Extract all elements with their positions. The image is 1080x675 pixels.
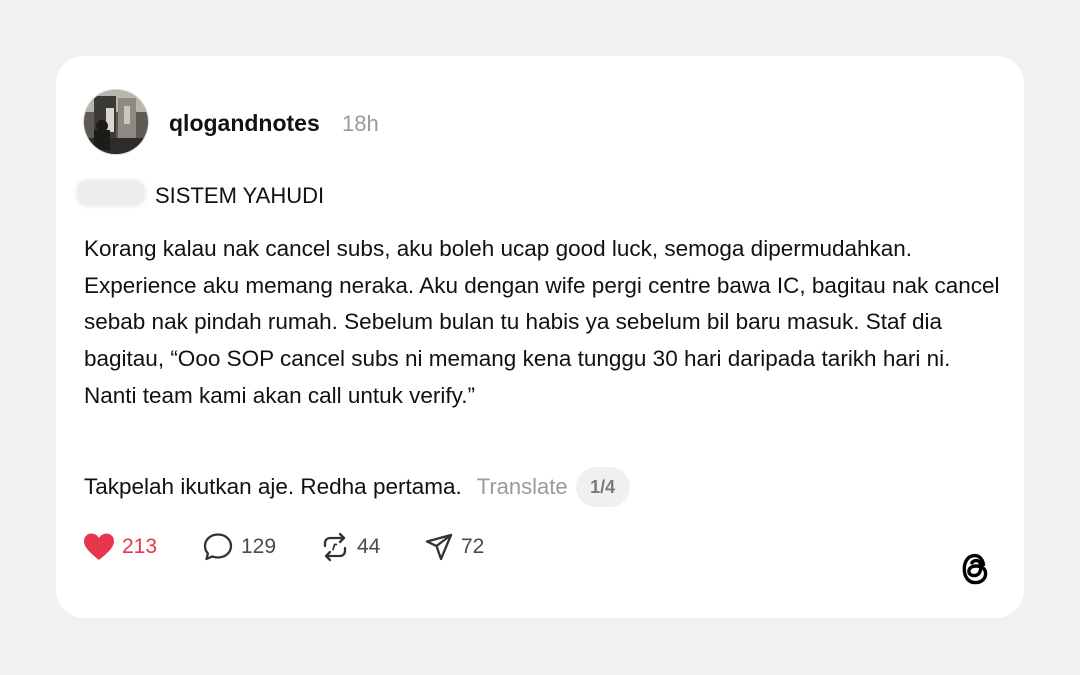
post-closing-row: Takpelah ikutkan aje. Redha pertama. Tra… xyxy=(84,467,630,507)
topic-tag[interactable]: SISTEM YAHUDI xyxy=(155,183,324,209)
heart-icon xyxy=(84,533,114,560)
post-card: qlogandnotes 18h SISTEM YAHUDI Korang ka… xyxy=(56,56,1024,618)
thread-position-badge[interactable]: 1/4 xyxy=(575,467,630,507)
like-count: 213 xyxy=(122,535,158,558)
threads-logo-icon[interactable] xyxy=(956,549,994,589)
repost-icon xyxy=(323,532,347,562)
post-timestamp: 18h xyxy=(342,111,379,136)
repost-button[interactable]: 44 xyxy=(320,530,380,564)
avatar-photo xyxy=(84,90,148,154)
repost-count: 44 xyxy=(357,535,381,558)
share-button[interactable]: 72 xyxy=(424,530,484,564)
send-icon xyxy=(425,533,453,561)
translate-link[interactable]: Translate xyxy=(477,474,568,500)
post-closing-line: Takpelah ikutkan aje. Redha pertama. xyxy=(84,474,462,499)
comment-count: 129 xyxy=(241,535,277,558)
avatar[interactable] xyxy=(83,89,149,155)
comment-button[interactable]: 129 xyxy=(203,530,276,564)
blurred-topic-tag xyxy=(76,179,146,207)
post-body-paragraph: Korang kalau nak cancel subs, aku boleh … xyxy=(84,236,1000,408)
username[interactable]: qlogandnotes xyxy=(169,110,320,137)
post-body: Korang kalau nak cancel subs, aku boleh … xyxy=(84,231,1009,415)
share-count: 72 xyxy=(461,535,485,558)
like-button[interactable]: 213 xyxy=(83,530,157,564)
comment-bubble-icon xyxy=(203,533,233,561)
